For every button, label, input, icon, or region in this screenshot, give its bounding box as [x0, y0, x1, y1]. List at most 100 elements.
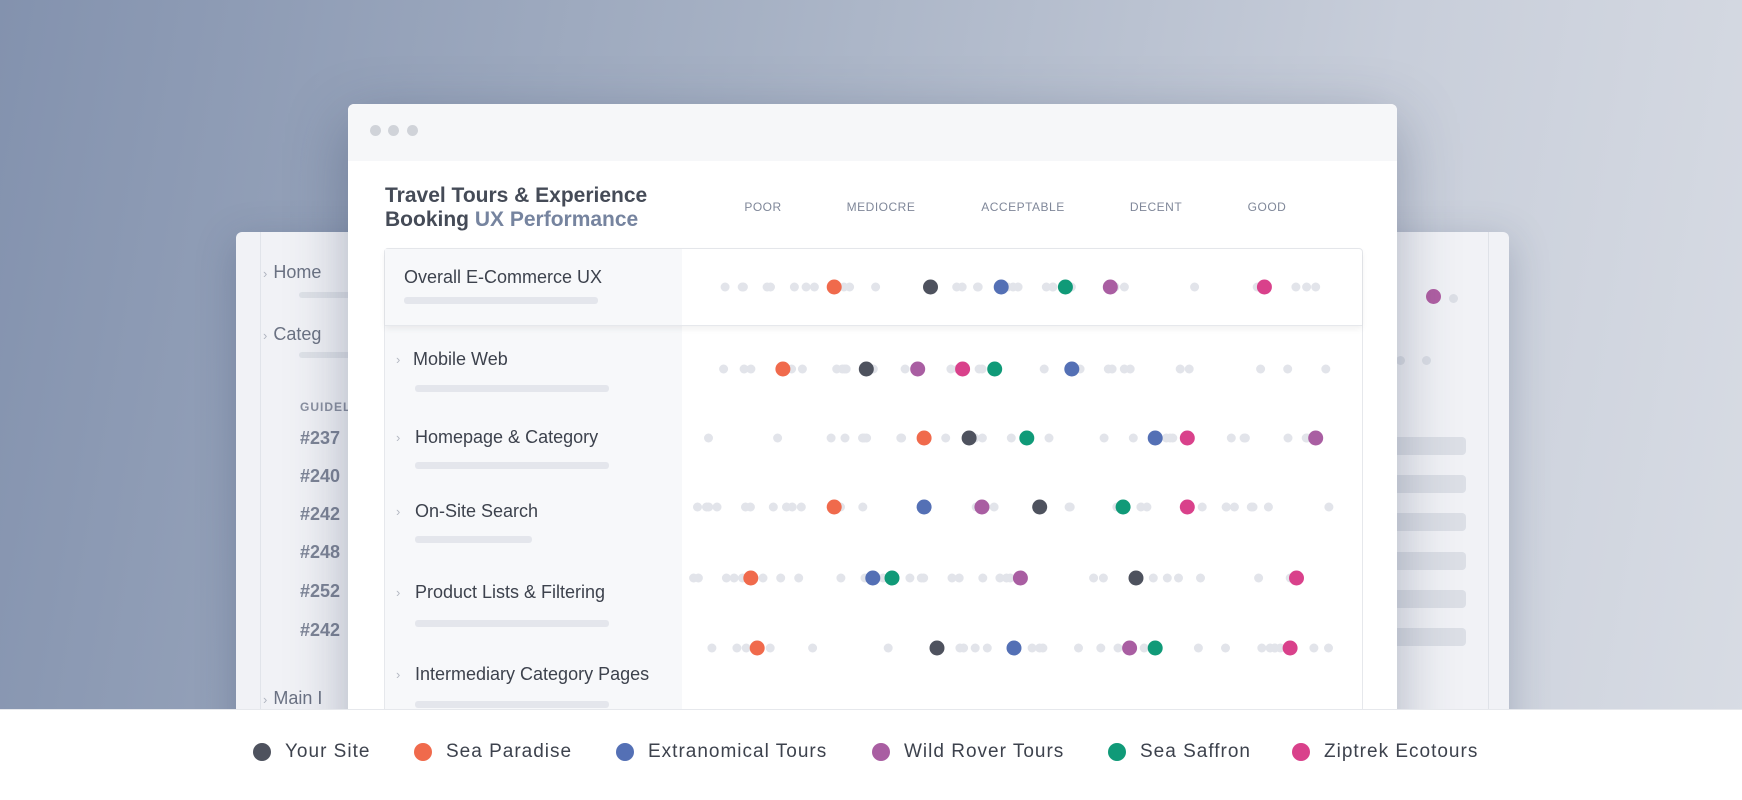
background-dot: [796, 502, 806, 512]
background-dot: [746, 364, 756, 374]
background-dot: [808, 643, 818, 653]
chevron-right-icon: ›: [263, 266, 268, 281]
page-title: Travel Tours & Experience Booking UX Per…: [385, 184, 648, 231]
data-point-sea-saffron[interactable]: [884, 570, 900, 586]
data-point-your-site[interactable]: [961, 430, 977, 446]
data-point-ziptrek-ecotours[interactable]: [1289, 570, 1304, 586]
background-dot: [905, 573, 915, 583]
background-dot: [704, 433, 713, 443]
data-point-sea-paradise[interactable]: [826, 499, 842, 515]
data-point-sea-paradise[interactable]: [749, 640, 765, 656]
background-dot: [1197, 502, 1207, 512]
back-nav-home[interactable]: › Home: [263, 262, 321, 283]
background-dot: [836, 573, 846, 583]
data-point-sea-saffron[interactable]: [1057, 279, 1073, 295]
scale-label-decent: DECENT: [1129, 200, 1183, 214]
back-nav-category[interactable]: › Categ: [263, 324, 321, 345]
data-point-wild-rover-tours[interactable]: [1308, 430, 1324, 446]
legend-dot-icon: [872, 743, 890, 761]
data-point-ziptrek-ecotours[interactable]: [1256, 279, 1272, 295]
background-dot: [1113, 643, 1123, 653]
data-point-sea-paradise[interactable]: [775, 361, 791, 377]
data-point-ziptrek-ecotours[interactable]: [955, 361, 971, 377]
data-point-extranomical-tours[interactable]: [993, 279, 1009, 295]
background-dot: [832, 364, 842, 374]
data-point-extranomical-tours[interactable]: [1147, 430, 1163, 446]
data-point-your-site[interactable]: [923, 279, 938, 295]
guideline-link[interactable]: #252: [300, 581, 340, 602]
background-dot: [719, 364, 729, 374]
background-dot: [977, 364, 987, 374]
scale-label-acceptable: ACCEPTABLE: [981, 200, 1065, 214]
data-point-sea-saffron[interactable]: [1115, 499, 1131, 515]
data-point-ziptrek-ecotours[interactable]: [1179, 499, 1195, 515]
window-dot-icon[interactable]: [370, 125, 381, 136]
background-dot: [758, 573, 768, 583]
guideline-link[interactable]: #240: [300, 466, 340, 487]
background-dot: [1291, 282, 1301, 292]
data-point-your-site[interactable]: [858, 361, 874, 377]
background-dot: [941, 433, 951, 443]
data-point-ziptrek-ecotours[interactable]: [1282, 640, 1298, 656]
legend-item-sea-paradise: Sea Paradise: [414, 741, 572, 763]
data-point-wild-rover-tours[interactable]: [974, 499, 990, 515]
data-point-sea-paradise[interactable]: [916, 430, 932, 446]
data-point-sea-paradise[interactable]: [826, 279, 842, 295]
data-point-ziptrek-ecotours[interactable]: [1179, 430, 1195, 446]
data-point-your-site[interactable]: [1128, 570, 1144, 586]
legend-item-wild-rover-tours: Wild Rover Tours: [872, 741, 1064, 763]
background-dot: [1098, 573, 1108, 583]
background-dot: [973, 282, 983, 292]
background-dot: [871, 282, 881, 292]
background-dot: [1174, 573, 1183, 583]
data-point-sea-paradise[interactable]: [743, 570, 759, 586]
background-dot: [919, 573, 929, 583]
guideline-link[interactable]: #242: [300, 620, 340, 641]
background-dot: [768, 502, 778, 512]
data-point-wild-rover-tours[interactable]: [1102, 279, 1118, 295]
background-dot: [782, 502, 791, 512]
background-dot: [1190, 282, 1200, 292]
data-point-sea-saffron[interactable]: [987, 361, 1003, 377]
background-dot: [1302, 282, 1312, 292]
data-point-sea-saffron[interactable]: [1147, 640, 1163, 656]
data-point-wild-rover-tours[interactable]: [1122, 640, 1138, 656]
background-dot: [1027, 643, 1037, 653]
background-dot: [995, 573, 1005, 583]
data-point-extranomical-tours[interactable]: [916, 499, 932, 515]
legend-dot-icon: [414, 743, 432, 761]
guidelines-heading: GUIDEL: [300, 400, 352, 414]
background-dot: [1136, 502, 1146, 512]
data-point-extranomical-tours[interactable]: [865, 570, 881, 586]
guideline-link[interactable]: #242: [300, 504, 340, 525]
data-point-wild-rover-tours[interactable]: [910, 361, 926, 377]
background-dot: [1184, 364, 1194, 374]
data-point-your-site[interactable]: [1032, 499, 1048, 515]
background-dot: [978, 573, 988, 583]
guideline-link[interactable]: #248: [300, 542, 340, 563]
background-dot: [1065, 502, 1075, 512]
background-dot: [970, 643, 980, 653]
background-dot: [720, 282, 730, 292]
background-dot: [1119, 282, 1129, 292]
background-dot: [1044, 433, 1054, 443]
background-dot: [1041, 282, 1051, 292]
data-point-extranomical-tours[interactable]: [1006, 640, 1022, 656]
background-dot: [900, 364, 910, 374]
background-dot: [1221, 502, 1231, 512]
window-dot-icon[interactable]: [388, 125, 399, 136]
data-point-wild-rover-tours[interactable]: [1012, 570, 1028, 586]
background-dot: [840, 364, 849, 374]
window-titlebar: [348, 104, 1397, 161]
window-dot-icon[interactable]: [407, 125, 418, 136]
data-point-sea-saffron[interactable]: [1019, 430, 1035, 446]
guideline-link[interactable]: #237: [300, 428, 340, 449]
legend-item-extranomical-tours: Extranomical Tours: [616, 741, 827, 763]
background-dot: [1256, 364, 1266, 374]
data-point-your-site[interactable]: [929, 640, 945, 656]
placeholder-dot: [1396, 356, 1405, 365]
background-dot: [1226, 433, 1236, 443]
data-point-extranomical-tours[interactable]: [1064, 361, 1080, 377]
legend-item-ziptrek-ecotours: Ziptrek Ecotours: [1292, 741, 1478, 763]
back-nav-main[interactable]: › Main I: [263, 688, 322, 709]
